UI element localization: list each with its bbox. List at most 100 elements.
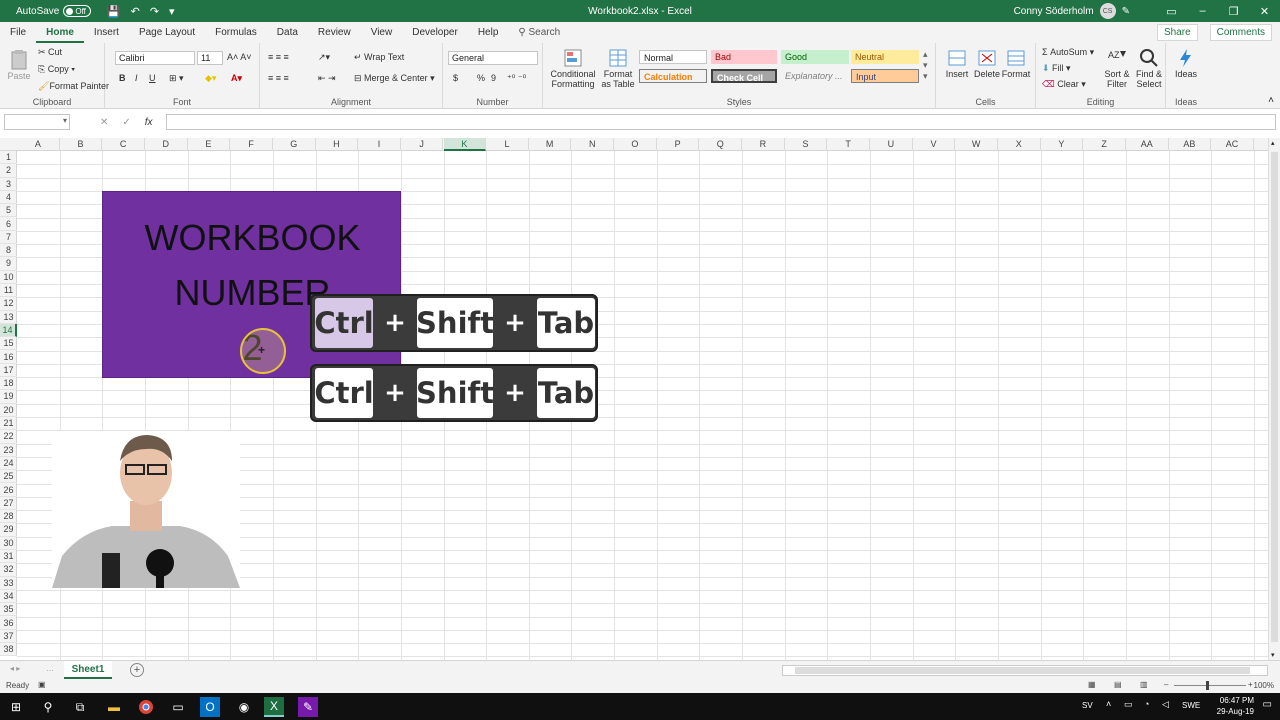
network-icon[interactable]: ▭ (1124, 699, 1133, 710)
name-box[interactable]: ▾ (4, 114, 70, 130)
column-header[interactable]: T (827, 138, 870, 151)
user-name[interactable]: Conny Söderholm (1014, 6, 1094, 17)
column-header[interactable]: A (17, 138, 60, 151)
comments-button[interactable]: Comments (1209, 24, 1272, 41)
worksheet-grid[interactable]: A B C D E F G H I J K L M N O P Q R S T U V W X Y Z AA AB AC 1234567… (0, 138, 1268, 660)
style-normal[interactable]: Normal (639, 50, 707, 64)
indent-icons[interactable]: ⇤ ⇥ (318, 73, 336, 84)
row-header[interactable]: 36 (0, 617, 17, 630)
style-neutral[interactable]: Neutral (851, 50, 919, 64)
tray-up-icon[interactable]: ˄ (1106, 699, 1111, 709)
orientation-icon[interactable]: ↗▾ (318, 52, 330, 63)
row-header[interactable]: 11 (0, 284, 17, 298)
horizontal-scrollbar[interactable] (782, 665, 1268, 676)
borders-icon[interactable]: ⊞ ▾ (169, 73, 184, 84)
collapse-ribbon-icon[interactable]: ˄ (1268, 95, 1274, 106)
search-box[interactable]: ⚲ Search (518, 27, 560, 38)
column-header[interactable]: N (571, 138, 615, 151)
ribbon-display-icon[interactable]: ▭ (1156, 5, 1187, 18)
row-header[interactable]: 22 (0, 430, 17, 444)
redo-icon[interactable]: ↷ (150, 5, 159, 18)
tab-home[interactable]: Home (36, 22, 84, 43)
tab-file[interactable]: File (0, 22, 36, 43)
language-short[interactable]: SV (1082, 701, 1093, 710)
keyboard-language[interactable]: SWE (1182, 701, 1200, 710)
volume-icon[interactable]: ◁ (1162, 699, 1169, 710)
style-bad[interactable]: Bad (711, 50, 777, 64)
row-header[interactable]: 4 (0, 191, 17, 205)
column-header[interactable]: D (145, 138, 188, 151)
row-header[interactable]: 16 (0, 351, 17, 364)
column-header[interactable]: V (913, 138, 956, 151)
terminal-icon[interactable]: ▭ (168, 697, 188, 717)
cancel-icon[interactable]: ✕ (100, 117, 108, 128)
tab-review[interactable]: Review (308, 22, 361, 43)
decimal-icons[interactable]: ⁺⁰ ⁻⁰ (507, 73, 526, 84)
underline-button[interactable]: U (149, 73, 156, 83)
delete-cells-button[interactable]: Delete (972, 47, 1002, 79)
paste-button[interactable]: Paste (6, 49, 32, 81)
vertical-scroll-thumb[interactable] (1271, 152, 1278, 642)
zoom-level[interactable]: 100% (1254, 681, 1274, 690)
column-header[interactable]: R (742, 138, 785, 151)
align-icons[interactable]: ≡ ≡ ≡ (268, 73, 289, 83)
column-header[interactable]: J (401, 138, 444, 151)
zoom-out-icon[interactable]: – (1164, 680, 1168, 689)
chrome-icon[interactable] (136, 697, 156, 717)
conditional-formatting-button[interactable]: Conditional Formatting (547, 47, 599, 89)
row-header[interactable]: 30 (0, 537, 17, 550)
row-header[interactable]: 9 (0, 257, 17, 271)
save-icon[interactable]: 💾 (107, 5, 121, 18)
sheet-nav-icons[interactable]: ◂ ▸ (10, 664, 20, 673)
row-header[interactable]: 13 (0, 311, 17, 324)
cut-button[interactable]: ✂ Cut (38, 47, 62, 58)
row-header[interactable]: 32 (0, 563, 17, 577)
row-header[interactable]: 3 (0, 178, 17, 191)
sheet-tab-sheet1[interactable]: Sheet1 (64, 661, 112, 679)
format-as-table-button[interactable]: Format as Table (599, 47, 637, 89)
add-sheet-icon[interactable]: + (130, 663, 144, 677)
row-header[interactable]: 18 (0, 377, 17, 391)
merge-center-button[interactable]: ⊟ Merge & Center ▾ (354, 73, 435, 84)
currency-button[interactable]: $ (453, 73, 458, 83)
row-header[interactable]: 12 (0, 297, 17, 311)
format-cells-button[interactable]: Format (1000, 47, 1032, 79)
zoom-slider-thumb[interactable] (1206, 681, 1209, 690)
style-check-cell[interactable]: Check Cell (711, 69, 777, 83)
percent-button[interactable]: % (477, 73, 485, 83)
column-header[interactable]: G (273, 138, 316, 151)
column-header[interactable]: I (358, 138, 401, 151)
search-icon[interactable]: ⚲ (38, 697, 58, 717)
row-header[interactable]: 24 (0, 457, 17, 471)
fill-color-icon[interactable]: ◆▾ (205, 73, 216, 84)
row-header[interactable]: 34 (0, 590, 17, 604)
column-header[interactable]: W (955, 138, 998, 151)
column-header[interactable]: Y (1041, 138, 1084, 151)
font-name-select[interactable]: Calibri (115, 51, 195, 65)
italic-button[interactable]: I (135, 73, 138, 83)
copy-button[interactable]: ⎘ Copy ▾ (38, 64, 75, 75)
style-good[interactable]: Good (781, 50, 849, 64)
row-header[interactable]: 35 (0, 603, 17, 617)
font-color-icon[interactable]: A▾ (231, 73, 242, 84)
excel-icon[interactable]: X (264, 697, 284, 717)
column-header[interactable]: L (486, 138, 529, 151)
column-header[interactable]: B (60, 138, 103, 151)
row-header[interactable]: 28 (0, 510, 17, 524)
row-header[interactable]: 27 (0, 497, 17, 511)
row-header[interactable]: 20 (0, 404, 17, 417)
tab-view[interactable]: View (361, 22, 403, 43)
close-icon[interactable]: ✕ (1249, 5, 1280, 18)
clear-button[interactable]: ⌫ Clear ▾ (1042, 79, 1086, 90)
sort-filter-button[interactable]: AZ Sort & Filter (1102, 47, 1132, 89)
minimize-icon[interactable]: – (1187, 5, 1218, 18)
row-header[interactable]: 17 (0, 364, 17, 378)
task-view-icon[interactable]: ⧉ (70, 697, 90, 717)
styles-scroll-icon[interactable]: ▴ ▾ ▾ (923, 49, 928, 82)
outlook-icon[interactable]: O (200, 697, 220, 717)
column-header[interactable]: M (529, 138, 572, 151)
tab-formulas[interactable]: Formulas (205, 22, 267, 43)
column-header[interactable]: O (614, 138, 657, 151)
row-header[interactable]: 33 (0, 577, 17, 590)
file-explorer-icon[interactable]: ▬ (104, 697, 124, 717)
